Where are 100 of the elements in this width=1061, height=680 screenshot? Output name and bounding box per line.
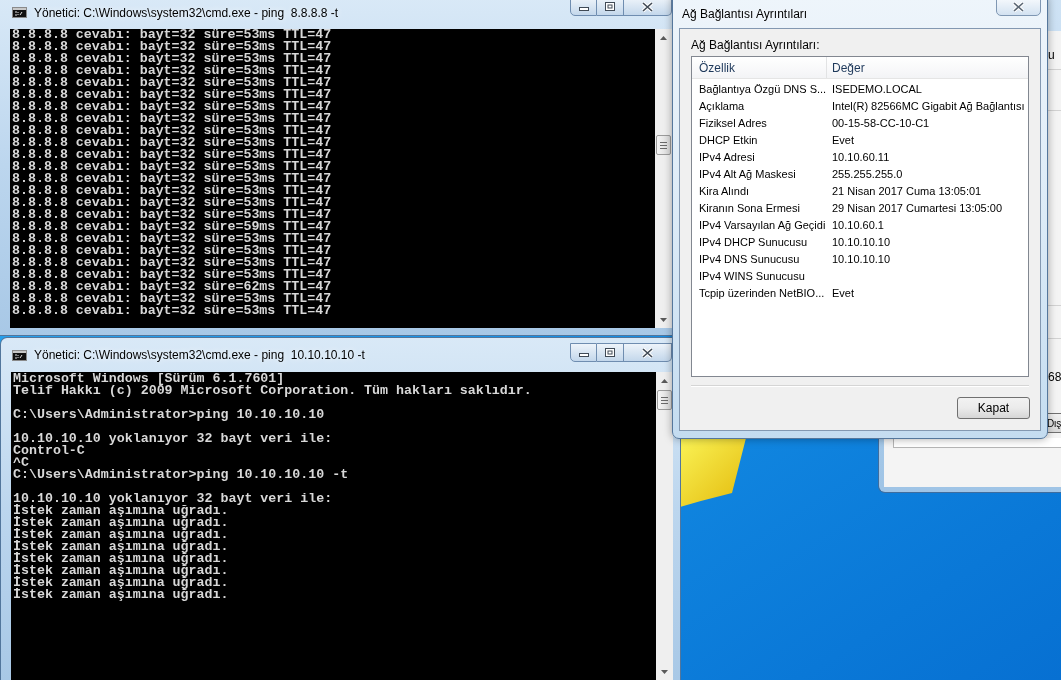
property-cell: IPv4 DHCP Sunucusu [699, 234, 808, 249]
partial-value: 68 [1048, 370, 1061, 384]
column-header[interactable]: Özellik [692, 57, 827, 78]
console-line: İstek zaman aşımına uğradı. [13, 529, 229, 541]
console-line: 8.8.8.8 cevabı: bayt=32 süre=53ms TTL=47 [12, 113, 332, 125]
console-line: İstek zaman aşımına uğradı. [13, 505, 229, 517]
down-arrow-icon [661, 669, 668, 674]
value-cell-text: 255.255.255.0 [831, 166, 903, 181]
console-line: 8.8.8.8 cevabı: bayt=32 süre=53ms TTL=47 [12, 89, 332, 101]
console-line: 8.8.8.8 cevabı: bayt=32 süre=53ms TTL=47 [12, 77, 332, 89]
console-line: Telif Hakkı (c) 2009 Microsoft Corporation. Tüm hakları saklıdır. [13, 385, 532, 397]
console-line: 8.8.8.8 cevabı: bayt=32 süre=53ms TTL=47 [12, 125, 332, 137]
console-line: 8.8.8.8 cevabı: bayt=32 süre=53ms TTL=47 [12, 161, 332, 173]
console-line: 8.8.8.8 cevabı: bayt=32 süre=53ms TTL=47 [12, 257, 332, 269]
minimize-icon [578, 353, 589, 357]
minimize-button[interactable] [570, 343, 597, 362]
value-cell-text: Intel(R) 82566MC Gigabit Ağ Bağlantısı [831, 98, 1025, 113]
property-cell: IPv4 Varsayılan Ağ Geçidi [699, 217, 826, 232]
close-dialog-button[interactable]: Kapat [957, 397, 1030, 419]
console-line: Control-C [13, 445, 85, 457]
property-cell: IPv4 Alt Ağ Maskesi [699, 166, 796, 181]
console-line: İstek zaman aşımına uğradı. [13, 553, 229, 565]
console-line: İstek zaman aşımına uğradı. [13, 589, 229, 601]
console-line: 8.8.8.8 cevabı: bayt=32 süre=53ms TTL=47 [12, 245, 332, 257]
value-cell-text: 10.10.60.1 [831, 217, 884, 232]
console-line: Microsoft Windows [Sürüm 6.1.7601] [13, 373, 285, 385]
console-line: İstek zaman aşımına uğradı. [13, 577, 229, 589]
value-cell-text: 10.10.60.11 [831, 149, 890, 164]
maximize-button[interactable] [597, 343, 624, 362]
property-cell: Kira Alındı [699, 183, 750, 198]
console-line: ^C [13, 457, 29, 469]
value-cell-text: Evet [831, 132, 854, 147]
property-cell: IPv4 WINS Sunucusu [699, 268, 805, 283]
maximize-button[interactable] [597, 0, 624, 16]
property-cell: IPv4 Adresi [699, 149, 755, 164]
console-line: C:\Users\Administrator>ping 10.10.10.10 -t [13, 469, 349, 481]
console-line: 8.8.8.8 cevabı: bayt=32 süre=53ms TTL=47 [12, 209, 332, 221]
value-cell-text: 21 Nisan 2017 Cuma 13:05:01 [831, 183, 982, 198]
console-line: İstek zaman aşımına uğradı. [13, 541, 229, 553]
console-line: 8.8.8.8 cevabı: bayt=32 süre=53ms TTL=47 [12, 29, 332, 41]
property-cell: Kiranın Sona Ermesi [699, 200, 800, 215]
property-cell: DHCP Etkin [699, 132, 758, 147]
console-line: 8.8.8.8 cevabı: bayt=32 süre=53ms TTL=47 [12, 41, 332, 53]
scrollbar-thumb[interactable] [657, 390, 672, 410]
console-line: 8.8.8.8 cevabı: bayt=32 süre=53ms TTL=47 [12, 173, 332, 185]
maximize-icon [605, 348, 615, 357]
property-cell: Tcpip üzerinden NetBIO... [699, 285, 825, 300]
up-arrow-icon [660, 35, 667, 40]
value-cell-text: 00-15-58-CC-10-C1 [831, 115, 930, 130]
console-line: 8.8.8.8 cevabı: bayt=32 süre=53ms TTL=47 [12, 197, 332, 209]
column-header[interactable]: Değer [827, 57, 1028, 78]
close-button[interactable] [624, 0, 672, 16]
console-line: 8.8.8.8 cevabı: bayt=32 süre=53ms TTL=47 [12, 233, 332, 245]
window-title: Yönetici: C:\Windows\system32\cmd.exe - ping 8.8.8.8 -t [34, 5, 339, 20]
console-line: 8.8.8.8 cevabı: bayt=32 süre=53ms TTL=47 [12, 149, 332, 161]
console-line: 8.8.8.8 cevabı: bayt=32 süre=53ms TTL=47 [12, 101, 332, 113]
value-cell-text: Evet [831, 285, 854, 300]
up-arrow-icon [661, 378, 668, 383]
console-icon [12, 349, 27, 361]
dialog-title: Ağ Bağlantısı Ayrıntıları [681, 5, 808, 21]
console-line: 8.8.8.8 cevabı: bayt=32 süre=53ms TTL=47 [12, 293, 332, 305]
value-cell-text: 29 Nisan 2017 Cumartesi 13:05:00 [831, 200, 1002, 215]
grip-icon [661, 396, 668, 404]
value-cell-text: ISEDEMO.LOCAL [831, 81, 922, 96]
console-line: İstek zaman aşımına uğradı. [13, 517, 229, 529]
console-line: 10.10.10.10 yoklanıyor 32 bayt veri ile: [13, 493, 333, 505]
console-line: 8.8.8.8 cevabı: bayt=32 süre=53ms TTL=47 [12, 185, 332, 197]
close-button[interactable] [996, 0, 1041, 16]
console-icon [12, 7, 27, 18]
value-cell-text: 10.10.10.10 [831, 251, 891, 266]
close-button[interactable] [624, 343, 672, 362]
close-icon [1013, 1, 1024, 12]
maximize-icon [605, 2, 615, 11]
console-line: 8.8.8.8 cevabı: bayt=32 süre=53ms TTL=47 [12, 269, 332, 281]
minimize-icon [578, 7, 589, 11]
close-icon [642, 347, 653, 358]
console-line: 10.10.10.10 yoklanıyor 32 bayt veri ile: [13, 433, 333, 445]
console-line: 8.8.8.8 cevabı: bayt=32 süre=53ms TTL=47 [12, 305, 332, 317]
grip-icon [660, 141, 667, 149]
value-cell-text: 10.10.10.10 [831, 234, 891, 249]
down-arrow-icon [660, 317, 667, 322]
property-cell: Açıklama [699, 98, 745, 113]
console-line: 8.8.8.8 cevabı: bayt=32 süre=62ms TTL=47 [12, 281, 332, 293]
console-line: 8.8.8.8 cevabı: bayt=32 süre=59ms TTL=47 [12, 221, 332, 233]
window-title: Yönetici: C:\Windows\system32\cmd.exe - ping 10.10.10.10 -t [34, 348, 365, 362]
console-line: İstek zaman aşımına uğradı. [13, 565, 229, 577]
property-cell: IPv4 DNS Sunucusu [699, 251, 800, 266]
scrollbar-thumb[interactable] [656, 135, 671, 155]
console-line: 8.8.8.8 cevabı: bayt=32 süre=53ms TTL=47 [12, 65, 332, 77]
group-label: Ağ Bağlantısı Ayrıntıları: [691, 38, 821, 52]
scrollbar[interactable] [656, 372, 673, 680]
minimize-button[interactable] [570, 0, 597, 16]
console-line: 8.8.8.8 cevabı: bayt=32 süre=53ms TTL=47 [12, 53, 332, 65]
console-line: C:\Users\Administrator>ping 10.10.10.10 [13, 409, 325, 421]
console-line: 8.8.8.8 cevabı: bayt=32 süre=53ms TTL=47 [12, 137, 332, 149]
close-icon [642, 1, 653, 12]
property-cell: Bağlantıya Özgü DNS S... [699, 81, 827, 96]
partial-label: u [1048, 48, 1055, 62]
property-cell: Fiziksel Adres [699, 115, 767, 130]
scrollbar[interactable] [655, 29, 672, 328]
